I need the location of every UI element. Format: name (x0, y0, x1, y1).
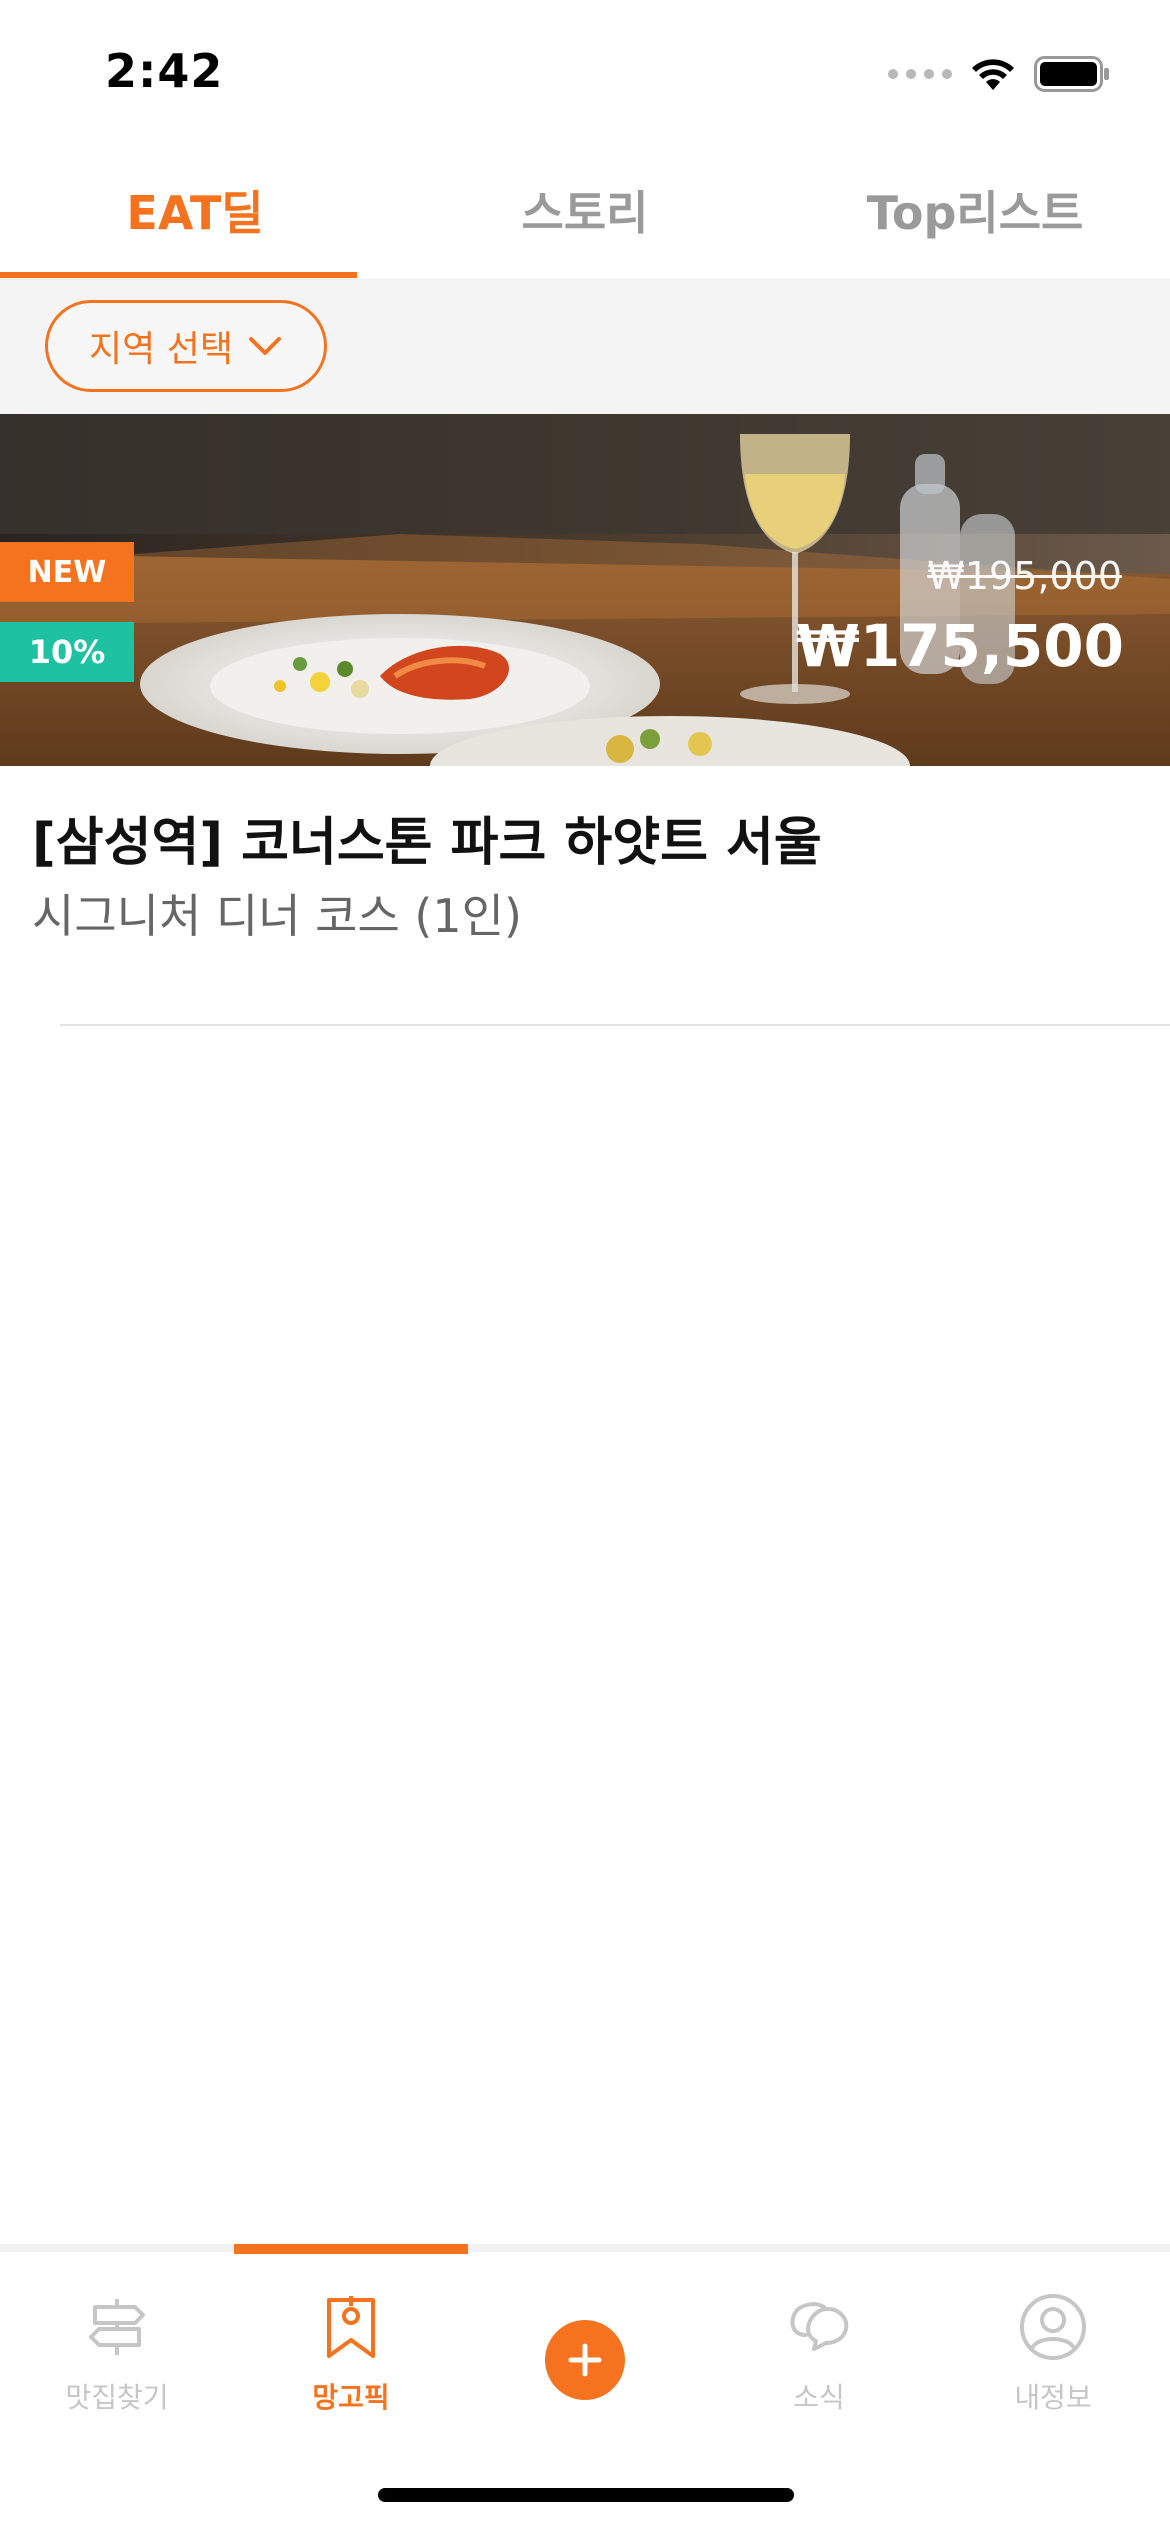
filter-bar: 지역 선택 (0, 280, 1170, 414)
status-icons (888, 50, 1110, 98)
tab-restaurant-search[interactable]: 맛집찾기 (0, 2252, 234, 2432)
deal-title[interactable]: [삼성역] 코너스톤 파크 하얏트 서울 (32, 800, 822, 875)
tab-mango-pick[interactable]: 망고픽 (234, 2252, 468, 2432)
status-bar: 2:42 (0, 0, 1170, 140)
active-tab-indicator (0, 272, 357, 278)
deal-subtitle: 시그니처 디너 코스 (1인) (32, 889, 522, 943)
sale-price: ₩175,500 (795, 612, 1124, 680)
tag-bookmark-icon (316, 2292, 386, 2362)
tab-story[interactable]: 스토리 (390, 140, 780, 279)
signpost-icon (82, 2292, 152, 2362)
tab-my-info[interactable]: 내정보 (936, 2252, 1170, 2432)
tab-label: 맛집찾기 (65, 2381, 169, 2414)
add-button-tab[interactable] (468, 2252, 702, 2432)
chat-bubbles-icon (784, 2292, 854, 2362)
top-tab-bar: EAT딜 스토리 Top리스트 (0, 140, 1170, 280)
tab-eat-deal[interactable]: EAT딜 (0, 140, 390, 279)
deal-image[interactable]: NEW 10% ₩195,000 ₩175,500 (0, 414, 1170, 766)
signal-icon (888, 69, 952, 79)
tab-top-list[interactable]: Top리스트 (780, 140, 1170, 279)
list-divider (60, 1024, 1170, 1026)
status-time: 2:42 (105, 44, 224, 98)
chevron-down-icon (248, 337, 281, 355)
tab-news[interactable]: 소식 (702, 2252, 936, 2432)
home-indicator[interactable] (378, 2488, 794, 2502)
bottom-tabs: 맛집찾기 망고픽 소식 내정보 (0, 2252, 1170, 2432)
plus-icon[interactable] (545, 2320, 625, 2400)
discount-badge: 10% (0, 622, 134, 682)
tab-label: 내정보 (1014, 2381, 1092, 2414)
new-badge: NEW (0, 542, 134, 602)
battery-icon (1034, 56, 1109, 92)
region-select-label: 지역 선택 (89, 329, 233, 370)
tab-label: 망고픽 (312, 2381, 390, 2414)
wifi-icon (972, 59, 1014, 90)
region-select-button[interactable]: 지역 선택 (45, 300, 327, 392)
original-price: ₩195,000 (927, 554, 1122, 598)
tab-label: 소식 (793, 2381, 845, 2414)
user-circle-icon (1018, 2292, 1088, 2362)
